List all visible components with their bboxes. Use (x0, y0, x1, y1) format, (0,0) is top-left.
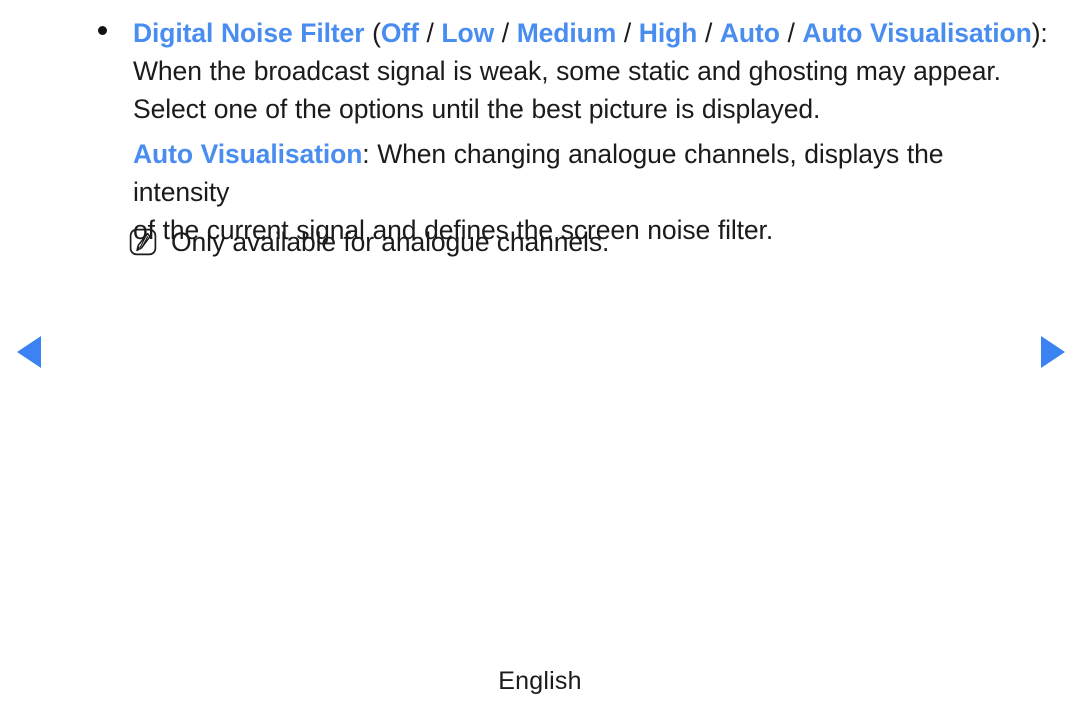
bullet-heading-line: Digital Noise Filter (Off / Low / Medium… (133, 14, 1054, 52)
option-separator: / (418, 18, 442, 48)
detail-term-suffix: : (362, 139, 378, 169)
note-row: Only available for analogue channels. (129, 224, 1009, 260)
footer-language-label: English (498, 667, 582, 695)
option-auto: Auto (719, 18, 780, 48)
option-separator: / (616, 18, 639, 48)
open-paren: ( (364, 18, 381, 48)
option-low: Low (441, 18, 495, 48)
option-separator: / (779, 18, 803, 48)
option-medium: Medium (516, 18, 617, 48)
detail-term: Auto Visualisation (133, 139, 363, 169)
setting-title: Digital Noise Filter (133, 18, 365, 48)
option-off: Off (380, 18, 419, 48)
bullet-item-digital-noise-filter: Digital Noise Filter (Off / Low / Medium… (94, 14, 1054, 128)
option-separator: / (697, 18, 720, 48)
bullet-dot-icon (98, 26, 107, 35)
note-pencil-icon (129, 228, 157, 256)
close-paren: ): (1031, 18, 1048, 48)
option-auto-visualisation: Auto Visualisation (802, 18, 1032, 48)
option-high: High (638, 18, 698, 48)
detail-line-1: Auto Visualisation: When changing analog… (133, 135, 1023, 211)
note-text: Only available for analogue channels. (171, 227, 610, 257)
bullet-section: Digital Noise Filter (Off / Low / Medium… (94, 14, 1054, 128)
e-manual-page: Digital Noise Filter (Off / Low / Medium… (0, 0, 1080, 705)
triangle-left-icon[interactable] (17, 336, 41, 368)
triangle-right-icon[interactable] (1041, 336, 1065, 368)
bullet-body-line-1: When the broadcast signal is weak, some … (133, 56, 1001, 86)
option-separator: / (494, 18, 517, 48)
bullet-body-line-2: Select one of the options until the best… (133, 94, 821, 124)
